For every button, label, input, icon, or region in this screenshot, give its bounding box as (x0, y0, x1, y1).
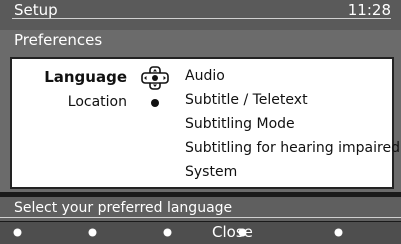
red-button-dot-icon[interactable] (13, 228, 22, 237)
submenu-item-system[interactable]: System (185, 164, 237, 180)
button-bar: Close (0, 222, 401, 244)
bullet-icon (151, 99, 159, 107)
submenu-item-subtitling-mode[interactable]: Subtitling Mode (185, 116, 295, 132)
submenu-item-subtitle-teletext[interactable]: Subtitle / Teletext (185, 92, 308, 108)
green-button-dot-icon[interactable] (88, 228, 97, 237)
navigation-cross-icon (141, 66, 169, 90)
status-text: Select your preferred language (14, 200, 233, 216)
title-bar: Setup 11:28 (0, 0, 401, 30)
title-divider (12, 18, 391, 19)
clock: 11:28 (347, 1, 391, 19)
page-subtitle: Preferences (14, 31, 103, 49)
status-divider (0, 217, 401, 218)
yellow-button-dot-icon[interactable] (163, 228, 172, 237)
close-button[interactable]: Close (212, 223, 253, 241)
status-bar: Select your preferred language (0, 197, 401, 221)
tv-setup-screen: Setup 11:28 Preferences Language Locatio… (0, 0, 401, 244)
submenu-item-audio[interactable]: Audio (185, 68, 225, 84)
menu-panel: Language Location Audio Subtitle / Telet… (10, 57, 400, 189)
submenu-item-subtitling-hearing-impaired[interactable]: Subtitling for hearing impaired (185, 140, 400, 156)
menu-item-location[interactable]: Location (68, 94, 127, 110)
ok-button-dot-icon[interactable] (334, 228, 343, 237)
menu-item-language[interactable]: Language (44, 68, 127, 86)
page-title: Setup (14, 1, 58, 19)
